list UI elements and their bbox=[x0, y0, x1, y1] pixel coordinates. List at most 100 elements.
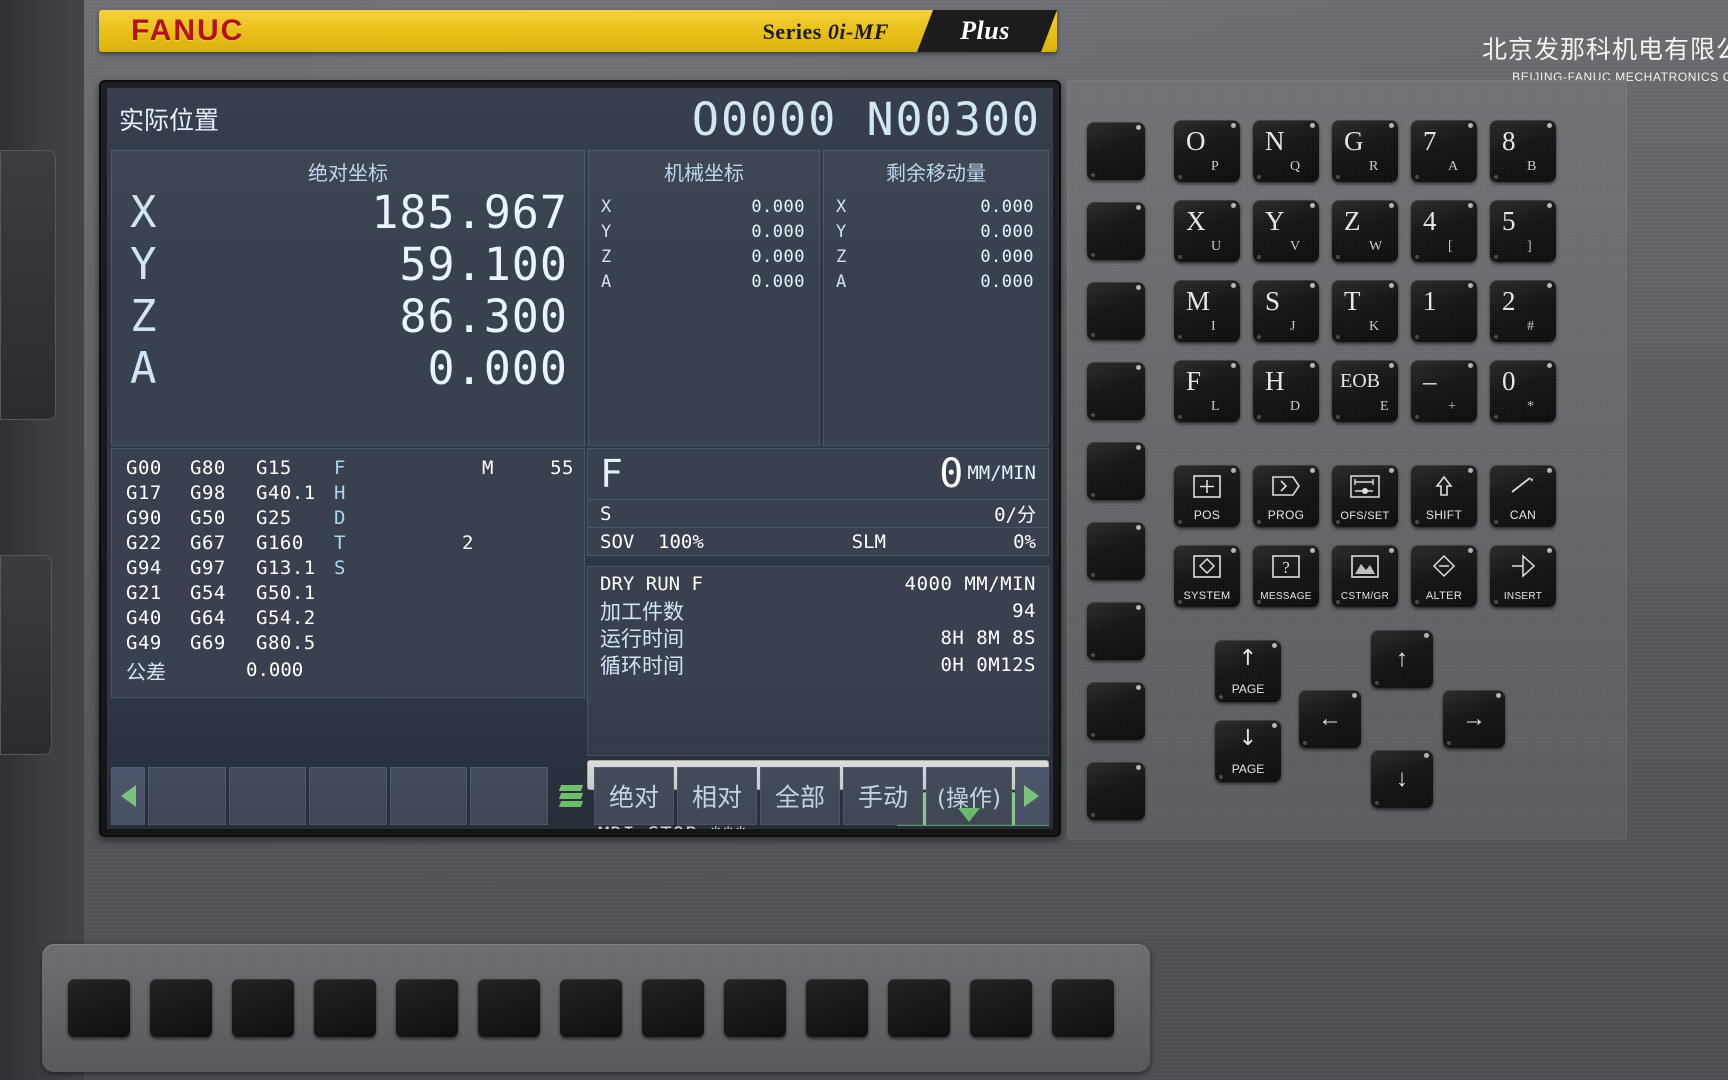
key-sub-label: P bbox=[1211, 159, 1219, 174]
key-G[interactable]: G R bbox=[1332, 120, 1398, 182]
key-X[interactable]: X U bbox=[1174, 200, 1240, 262]
key-O[interactable]: O P bbox=[1174, 120, 1240, 182]
key-sub-label: ] bbox=[1527, 239, 1532, 254]
operator-key-9[interactable] bbox=[724, 979, 786, 1037]
blank-key-6[interactable] bbox=[1087, 522, 1145, 580]
softkey-relative[interactable]: 相对 bbox=[676, 767, 757, 825]
key-page-down[interactable]: PAGE ↓ bbox=[1215, 720, 1281, 782]
key-F[interactable]: F L bbox=[1174, 360, 1240, 422]
runinfo-row: 运行时间 8H 8M 8S bbox=[600, 624, 1036, 651]
key-page-up[interactable]: ↑ PAGE bbox=[1215, 640, 1281, 702]
operator-key-3[interactable] bbox=[232, 979, 294, 1037]
key-cursor-right[interactable]: → bbox=[1443, 690, 1505, 748]
blank-key-4[interactable] bbox=[1087, 362, 1145, 420]
key-T[interactable]: T K bbox=[1332, 280, 1398, 342]
key-7[interactable]: 7 A bbox=[1411, 120, 1477, 182]
axis-label: A bbox=[130, 342, 157, 394]
softkey-next[interactable] bbox=[1014, 767, 1049, 825]
softkey-stack-indicator bbox=[551, 767, 591, 825]
softkey-all[interactable]: 全部 bbox=[759, 767, 840, 825]
blank-key-2[interactable] bbox=[1087, 202, 1145, 260]
spindle-speed-row: S 0/分 bbox=[587, 500, 1049, 528]
series-name: 0i-MF bbox=[827, 19, 889, 44]
operator-key-2[interactable] bbox=[150, 979, 212, 1037]
key-shift[interactable]: SHIFT bbox=[1411, 465, 1477, 527]
key-5[interactable]: 5 ] bbox=[1490, 200, 1556, 262]
operator-key-10[interactable] bbox=[806, 979, 868, 1037]
operator-key-8[interactable] bbox=[642, 979, 704, 1037]
softkey-blank-1[interactable] bbox=[148, 767, 226, 825]
operator-key-13[interactable] bbox=[1052, 979, 1114, 1037]
runinfo-value: 8H 8M 8S bbox=[940, 626, 1036, 649]
key-system[interactable]: SYSTEM bbox=[1174, 545, 1240, 607]
blank-key-1[interactable] bbox=[1087, 122, 1145, 180]
key-alter[interactable]: ALTER bbox=[1411, 545, 1477, 607]
key-S[interactable]: S J bbox=[1253, 280, 1319, 342]
key-0[interactable]: 0 * bbox=[1490, 360, 1556, 422]
gcode-addr: F bbox=[334, 456, 346, 479]
key-message[interactable]: ? MESSAGE bbox=[1253, 545, 1319, 607]
key-ofs-set[interactable]: OFS/SET bbox=[1332, 465, 1398, 527]
key-main-label: N bbox=[1265, 126, 1285, 156]
softkey-blank-2[interactable] bbox=[228, 767, 307, 825]
key-2[interactable]: 2 # bbox=[1490, 280, 1556, 342]
operator-key-6[interactable] bbox=[478, 979, 540, 1037]
gcode-row: G17 G98 G40.1 H bbox=[126, 480, 574, 505]
axis-label: Z bbox=[130, 290, 157, 342]
softkey-label: 全部 bbox=[774, 783, 825, 812]
key-can[interactable]: CAN bbox=[1490, 465, 1556, 527]
blank-key-5[interactable] bbox=[1087, 442, 1145, 500]
softkey-blank-5[interactable] bbox=[470, 767, 548, 825]
key-M[interactable]: M I bbox=[1174, 280, 1240, 342]
key-sub-label: [ bbox=[1448, 239, 1453, 254]
softkey-prev[interactable] bbox=[111, 767, 145, 825]
machine-heading: 机械坐标 bbox=[664, 161, 744, 185]
key-cursor-up[interactable]: ↑ bbox=[1371, 630, 1433, 688]
operator-key-11[interactable] bbox=[888, 979, 950, 1037]
softkey-absolute[interactable]: 绝对 bbox=[593, 767, 674, 825]
key-Y[interactable]: Y V bbox=[1253, 200, 1319, 262]
run-information-panel: DRY RUN F 4000 MM/MIN 加工件数 94 运行时间 8H 8M… bbox=[587, 566, 1049, 756]
blank-key-7[interactable] bbox=[1087, 602, 1145, 660]
softkey-operation[interactable]: (操作) bbox=[925, 767, 1012, 825]
softkey-blank-3[interactable] bbox=[309, 767, 387, 825]
key-Z[interactable]: Z W bbox=[1332, 200, 1398, 262]
operator-key-7[interactable] bbox=[560, 979, 622, 1037]
key-1[interactable]: 1 bbox=[1411, 280, 1477, 342]
operator-key-1[interactable] bbox=[68, 979, 130, 1037]
arrow-left-icon bbox=[120, 785, 136, 807]
operator-key-12[interactable] bbox=[970, 979, 1032, 1037]
operator-key-5[interactable] bbox=[396, 979, 458, 1037]
slm-value: 0% bbox=[1013, 530, 1036, 553]
key-EOB[interactable]: EOB E bbox=[1332, 360, 1398, 422]
softkey-manual[interactable]: 手动 bbox=[842, 767, 923, 825]
modal-gcode-panel: G00 G80 G15 F M 55 G17 G98 G40.1 H G90 G… bbox=[111, 448, 585, 698]
key-cursor-down[interactable]: ↓ bbox=[1371, 750, 1433, 808]
blank-key-3[interactable] bbox=[1087, 282, 1145, 340]
key-prog[interactable]: PROG bbox=[1253, 465, 1319, 527]
key-cursor-left[interactable]: ← bbox=[1299, 690, 1361, 748]
key-insert[interactable]: INSERT bbox=[1490, 545, 1556, 607]
shift-icon bbox=[1411, 474, 1477, 500]
plus-badge: Plus bbox=[917, 10, 1057, 52]
gcode-extra: 2 bbox=[462, 531, 474, 554]
key-H[interactable]: H D bbox=[1253, 360, 1319, 422]
arrow-left-icon: ← bbox=[1318, 705, 1342, 732]
operator-key-4[interactable] bbox=[314, 979, 376, 1037]
key-N[interactable]: N Q bbox=[1253, 120, 1319, 182]
softkey-blank-4[interactable] bbox=[389, 767, 468, 825]
blank-key-9[interactable] bbox=[1087, 762, 1145, 820]
blank-key-8[interactable] bbox=[1087, 682, 1145, 740]
key-8[interactable]: 8 B bbox=[1490, 120, 1556, 182]
key-pos[interactable]: POS bbox=[1174, 465, 1240, 527]
key-4[interactable]: 4 [ bbox=[1411, 200, 1477, 262]
machine-coordinates-panel: 机械坐标 X 0.000 Y 0.000 Z 0.000 A 0.000 bbox=[588, 150, 820, 446]
axis-label: Y bbox=[601, 221, 612, 242]
key-main-label: G bbox=[1344, 126, 1364, 156]
gcode-col1: G49 bbox=[126, 631, 162, 654]
key-main-label: 4 bbox=[1423, 206, 1437, 236]
gcode-col3: G54.2 bbox=[256, 606, 316, 629]
key-cstm-gr[interactable]: CSTM/GR bbox=[1332, 545, 1398, 607]
gcode-row: G94 G97 G13.1 S bbox=[126, 555, 574, 580]
key-minus[interactable]: – + bbox=[1411, 360, 1477, 422]
